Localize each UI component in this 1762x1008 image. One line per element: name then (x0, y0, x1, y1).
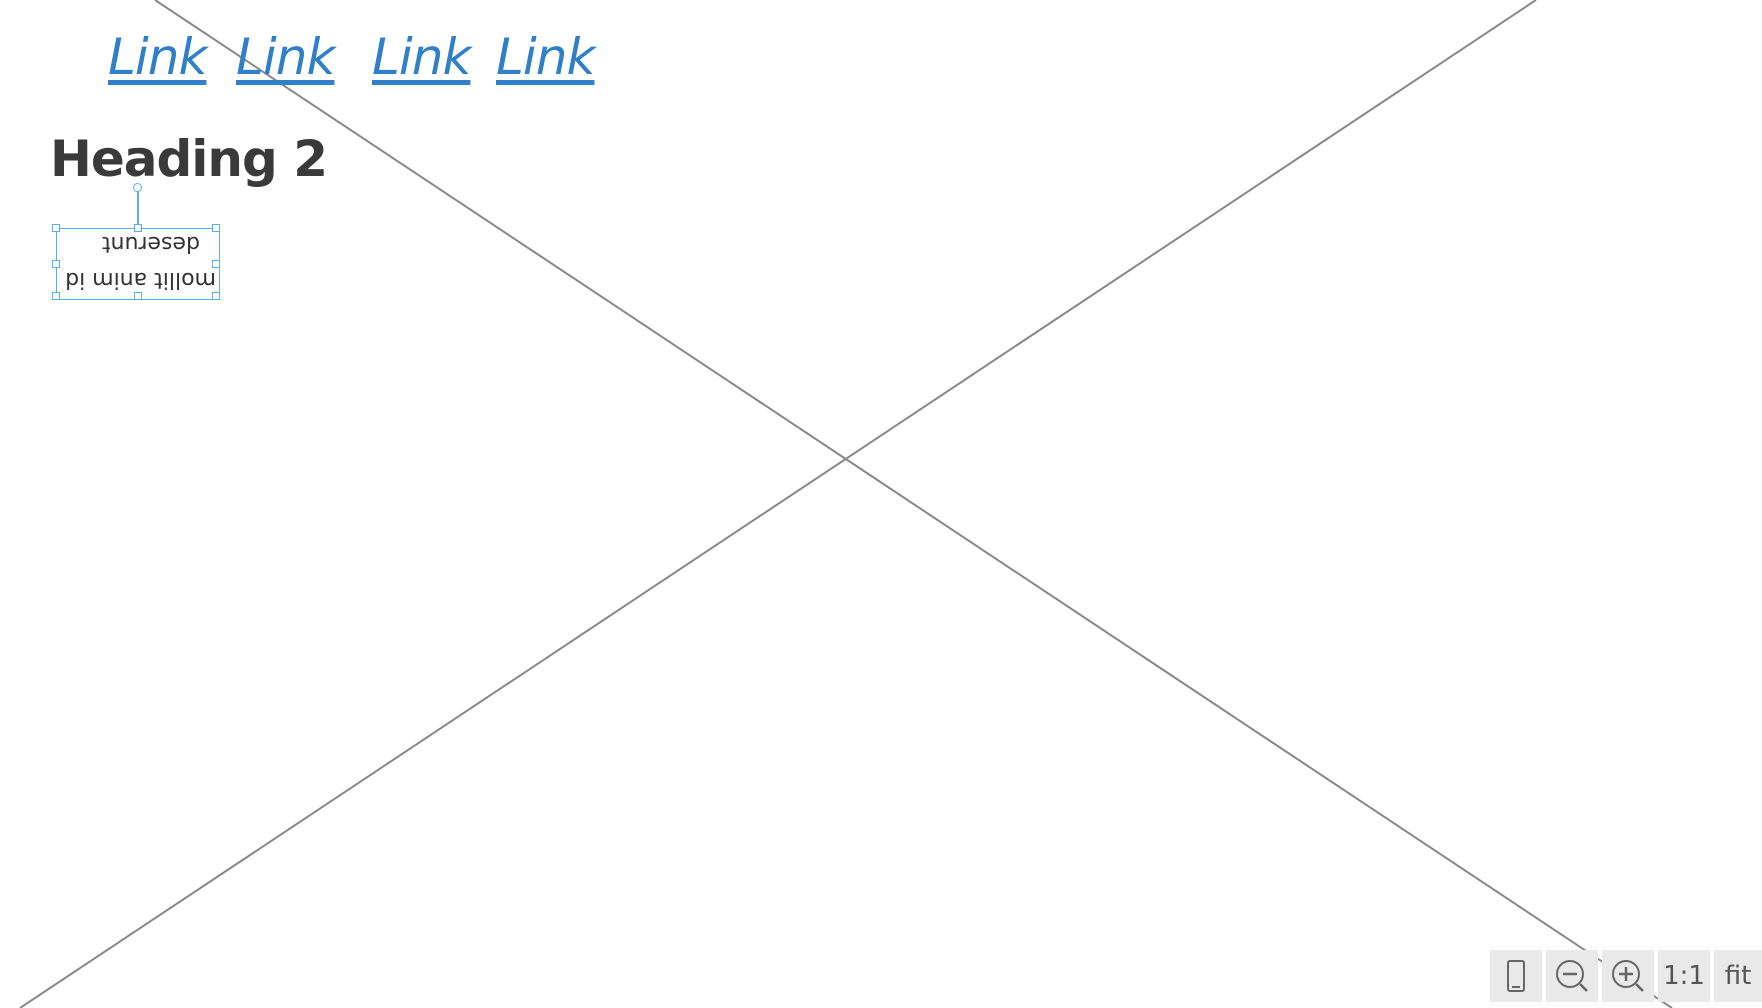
cross-line-1 (154, 0, 1673, 1008)
nav-links: Link Link Link Link (0, 28, 700, 98)
nav-link-2[interactable]: Link (236, 28, 335, 86)
zoom-out-button[interactable] (1546, 950, 1598, 1002)
zoom-in-icon (1612, 960, 1644, 992)
zoom-out-icon (1556, 960, 1588, 992)
actual-size-button[interactable]: 1:1 (1658, 950, 1710, 1002)
resize-handle-left[interactable] (52, 260, 60, 268)
resize-handle-bottom[interactable] (134, 292, 142, 300)
rotation-handle[interactable] (133, 183, 142, 192)
phone-outline-icon (1507, 960, 1525, 992)
nav-link-3[interactable]: Link (372, 28, 471, 86)
selection-box[interactable] (52, 224, 220, 300)
resize-handle-bottom-left[interactable] (52, 292, 60, 300)
zoom-in-button[interactable] (1602, 950, 1654, 1002)
nav-link-4[interactable]: Link (496, 28, 595, 86)
nav-link-1[interactable]: Link (108, 28, 207, 86)
zoom-toolbar: 1:1 fit (1490, 950, 1762, 1002)
rotation-connector (137, 189, 139, 228)
resize-handle-top-right[interactable] (212, 224, 220, 232)
resize-handle-bottom-right[interactable] (212, 292, 220, 300)
resize-handle-right[interactable] (212, 260, 220, 268)
fit-button[interactable]: fit (1714, 950, 1762, 1002)
canvas[interactable]: Link Link Link Link Heading 2 mollit ani… (0, 0, 1762, 1008)
resize-handle-top[interactable] (134, 224, 142, 232)
device-preview-button[interactable] (1490, 950, 1542, 1002)
resize-handle-top-left[interactable] (52, 224, 60, 232)
heading-2[interactable]: Heading 2 (50, 130, 328, 188)
